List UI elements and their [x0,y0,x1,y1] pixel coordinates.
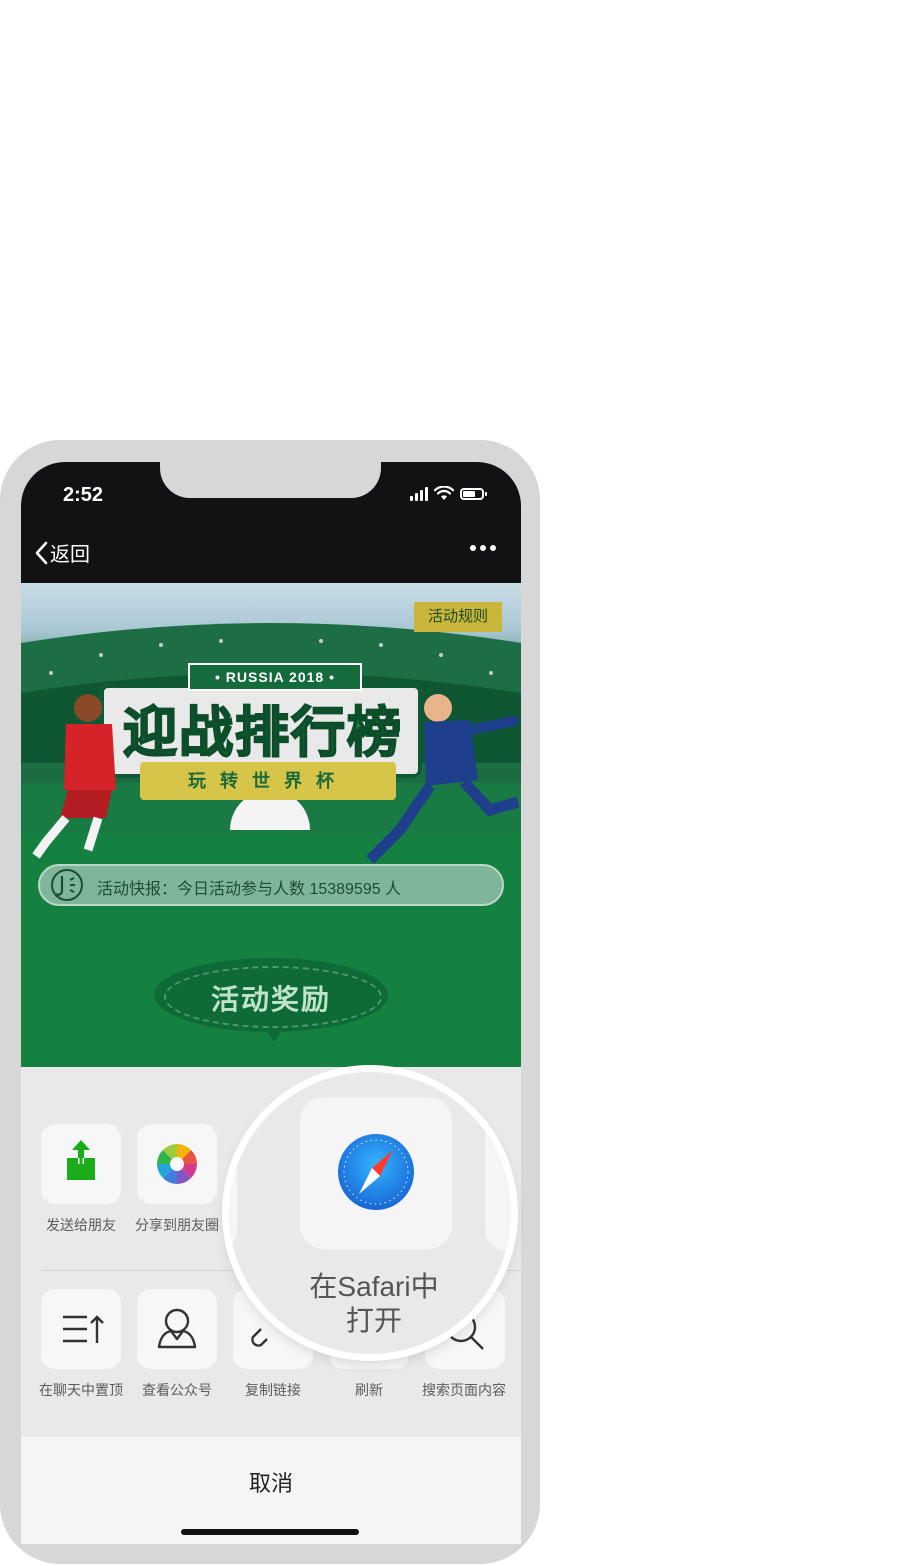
back-label: 返回 [50,544,90,566]
share-to-friend-label: 发送给朋友 [46,1217,116,1233]
magnified-neighbor-tile [229,1100,237,1250]
open-in-safari-label-line2: 打开 [345,1305,402,1336]
open-in-safari-label-line1: 在Safari中 [309,1271,439,1302]
more-menu-button[interactable] [470,545,496,551]
share-to-moments-label: 分享到朋友圈 [135,1217,219,1233]
banner-subtitle: 玩转世界杯 [140,762,396,800]
view-official-account-label: 查看公众号 [142,1382,212,1398]
official-account-icon [157,1308,197,1349]
player-red-illustration [32,694,116,859]
home-indicator[interactable] [181,1529,359,1535]
back-button[interactable]: 返回 [34,538,90,567]
more-dot-icon [490,545,496,551]
search-page-label: 搜索页面内容 [422,1382,506,1398]
copy-link-label: 复制链接 [245,1382,301,1398]
cellular-signal-icon [410,486,428,501]
russia-2018-tag: • RUSSIA 2018 • [188,663,362,691]
refresh-label: 刷新 [355,1382,383,1398]
phone-notch [160,462,381,498]
wifi-icon [434,486,454,500]
pin-top-icon [63,1315,104,1343]
battery-icon [460,487,487,500]
view-official-account-button[interactable] [137,1289,217,1369]
pin-to-top-button[interactable] [41,1289,121,1369]
moments-icon [157,1144,197,1184]
status-time: 2:52 [63,484,104,506]
pin-to-top-label: 在聊天中置顶 [39,1382,123,1398]
share-upload-icon [67,1140,95,1180]
status-icons [410,486,487,501]
safari-icon [338,1134,414,1210]
more-dot-icon [480,545,486,551]
open-in-safari-label: 在Safari中 打开 [292,1270,456,1338]
chevron-left-icon [35,541,48,564]
more-dot-icon [470,545,476,551]
rules-button[interactable]: 活动规则 [414,602,502,632]
cancel-label: 取消 [248,1471,293,1496]
share-to-moments-button[interactable] [137,1124,217,1204]
ticker-text: 活动快报：今日活动参与人数 15389595 人 [97,881,402,898]
announcement-icon [51,869,83,901]
reward-heading[interactable]: 活动奖励 [154,978,388,1018]
magnified-neighbor-tile [485,1100,511,1250]
share-to-friend-button[interactable] [41,1124,121,1204]
player-blue-illustration [366,694,520,864]
